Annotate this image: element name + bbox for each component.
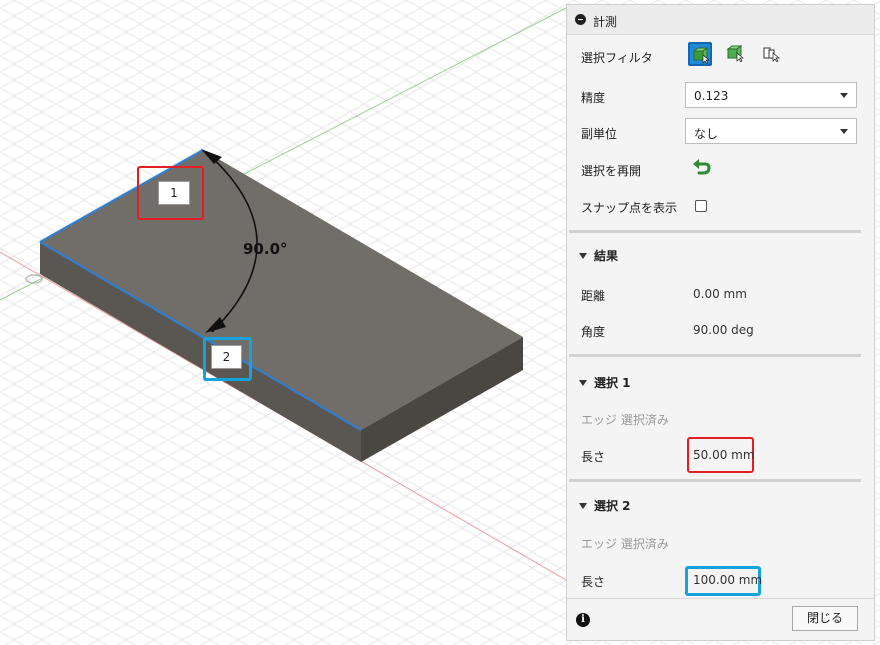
restart-selection-label: 選択を再開 [581,164,642,178]
select-face-icon [692,47,710,64]
show-snap-points-checkbox[interactable] [695,200,707,212]
select-body-icon [726,45,744,62]
chevron-down-icon [840,129,848,134]
panel-header: 計測 [567,5,874,35]
selection1-heading-text: 選択 1 [594,376,631,390]
selection1-length-value: 50.00 mm [693,448,755,462]
selection2-section-heading[interactable]: 選択 2 [579,497,631,514]
divider-2 [569,354,861,357]
info-icon[interactable]: i [576,613,590,627]
selection2-heading-text: 選択 2 [594,499,631,513]
selection1-section-heading[interactable]: 選択 1 [579,374,631,391]
collapse-triangle-icon [579,503,587,509]
show-snap-points-label: スナップ点を表示 [581,201,678,215]
select-face-button[interactable] [688,42,712,66]
selection2-length-label: 長さ [581,575,606,589]
selection1-status: エッジ 選択済み [581,413,669,427]
select-body-button[interactable] [724,42,748,66]
panel-title: 計測 [593,15,618,29]
results-section-heading[interactable]: 結果 [579,247,618,264]
selection2-length-value: 100.00 mm [693,573,763,587]
select-component-icon [763,47,780,62]
selection1-length-label: 長さ [581,450,606,464]
distance-label: 距離 [581,289,606,303]
angle-label: 角度 [581,325,606,339]
callout-1-label: 1 [158,181,190,205]
close-button[interactable]: 閉じる [792,606,858,631]
selection2-status: エッジ 選択済み [581,537,669,551]
collapse-triangle-icon [579,380,587,386]
distance-value: 0.00 mm [693,287,747,301]
collapse-triangle-icon [579,253,587,259]
panel-footer: i 閉じる [567,598,874,640]
callout-2-label: 2 [211,345,242,369]
results-heading-text: 結果 [594,249,619,263]
select-component-button[interactable] [760,42,784,66]
restart-selection-icon[interactable] [691,158,711,176]
chevron-down-icon [840,93,848,98]
precision-value: 0.123 [694,89,729,103]
measure-panel: 計測 選択フィルタ 精度 0.123 副単位 なし 選択を再開 スナップ点を表示… [566,4,875,641]
divider-3 [569,479,861,482]
precision-dropdown[interactable]: 0.123 [685,82,857,108]
precision-label: 精度 [581,91,606,105]
collapse-panel-icon[interactable] [575,14,586,25]
angle-annotation: 90.0° [243,240,288,258]
angle-value: 90.00 deg [693,323,754,337]
selection-filter-label: 選択フィルタ [581,51,653,65]
sub-unit-label: 副単位 [581,127,618,141]
sub-unit-dropdown[interactable]: なし [685,118,857,144]
divider-1 [569,230,861,233]
sub-unit-value: なし [694,127,719,141]
